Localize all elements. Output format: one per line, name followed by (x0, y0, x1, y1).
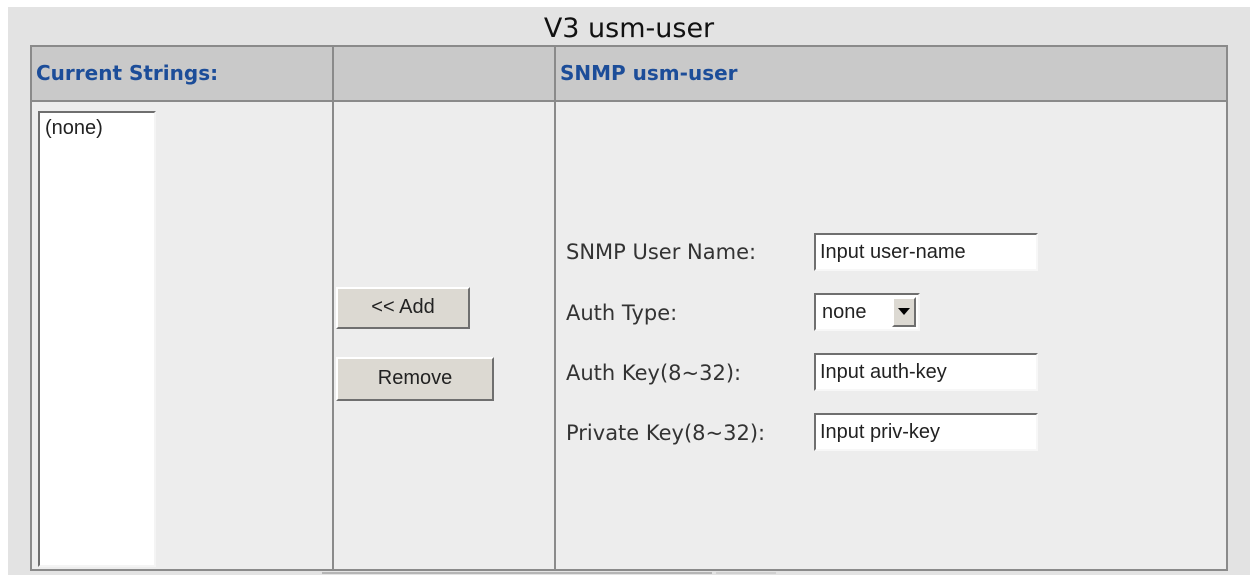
remove-button[interactable]: Remove (336, 357, 494, 401)
list-item[interactable]: (none) (45, 117, 154, 140)
bottom-divider-left (322, 572, 712, 574)
bottom-divider-right (716, 572, 776, 574)
header-current-strings: Current Strings: (36, 61, 219, 85)
current-strings-list[interactable]: (none) (38, 111, 156, 567)
snmp-user-name-label: SNMP User Name: (566, 240, 757, 264)
header-middle (334, 47, 554, 100)
private-key-label: Private Key(8~32): (566, 421, 766, 445)
header-snmp-usm-user: SNMP usm-user (560, 61, 738, 85)
add-button[interactable]: << Add (336, 287, 470, 329)
auth-type-selected-value: none (822, 301, 867, 323)
auth-key-label: Auth Key(8~32): (566, 361, 742, 385)
snmp-user-name-input[interactable]: Input user-name (814, 233, 1038, 271)
page-title: V3 usm-user (543, 13, 715, 44)
column-divider-2 (554, 47, 556, 569)
auth-key-input[interactable]: Input auth-key (814, 353, 1038, 391)
table-header: Current Strings: SNMP usm-user (32, 47, 1226, 102)
auth-type-select[interactable]: none (814, 293, 920, 331)
auth-type-label: Auth Type: (566, 301, 678, 325)
usm-user-table: Current Strings: SNMP usm-user (none) <<… (30, 45, 1228, 571)
private-key-input[interactable]: Input priv-key (814, 413, 1038, 451)
chevron-down-icon[interactable] (892, 297, 916, 327)
column-divider-1 (332, 47, 334, 569)
usm-user-panel: V3 usm-user Current Strings: SNMP usm-us… (8, 7, 1250, 575)
